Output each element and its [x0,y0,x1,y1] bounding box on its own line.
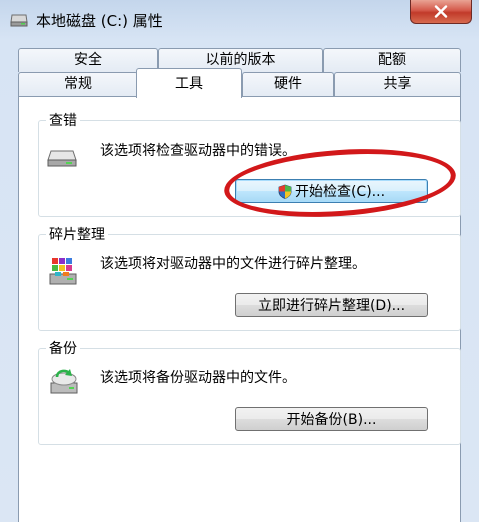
title-bar[interactable]: 本地磁盘 (C:) 属性 [0,0,479,40]
defrag-now-label: 立即进行碎片整理(D)... [257,298,406,314]
tab-hardware[interactable]: 硬件 [242,72,334,96]
tab-sharing[interactable]: 共享 [334,72,461,96]
tab-quota[interactable]: 配额 [323,48,461,72]
defrag-now-button[interactable]: 立即进行碎片整理(D)... [235,293,428,317]
backup-description: 该选项将备份驱动器中的文件。 [100,370,296,386]
error-check-description: 该选项将检查驱动器中的错误。 [100,143,296,159]
defrag-description: 该选项将对驱动器中的文件进行碎片整理。 [100,256,366,272]
properties-window: 本地磁盘 (C:) 属性 安全 以前的版本 配额 常规 工具 硬件 共享 查错 [0,0,479,522]
start-backup-label: 开始备份(B)... [286,412,377,428]
backup-title: 备份 [46,338,80,358]
drive-title-icon [10,13,28,27]
close-icon [434,5,448,18]
hard-drive-icon [47,147,77,173]
error-check-title: 查错 [46,110,80,130]
defrag-icon [47,254,79,292]
window-title: 本地磁盘 (C:) 属性 [36,12,163,30]
tab-general[interactable]: 常规 [18,72,138,96]
defrag-title: 碎片整理 [46,224,108,244]
start-backup-button[interactable]: 开始备份(B)... [235,407,428,431]
tab-strip: 安全 以前的版本 配额 常规 工具 硬件 共享 [0,48,479,98]
backup-icon [47,365,81,403]
tab-tools[interactable]: 工具 [136,68,242,98]
close-button[interactable] [410,0,472,24]
